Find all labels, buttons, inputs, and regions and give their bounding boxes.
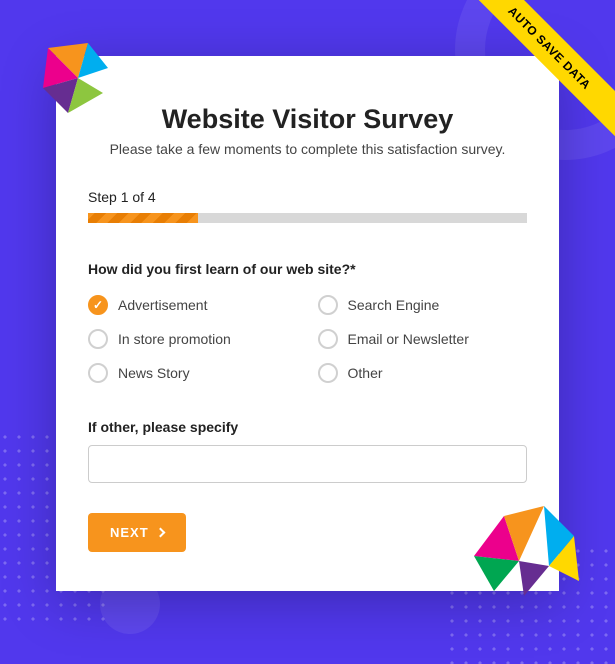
radio-label: Email or Newsletter — [348, 331, 469, 347]
radio-option-search-engine[interactable]: Search Engine — [318, 295, 528, 315]
radio-group: Advertisement Search Engine In store pro… — [88, 295, 527, 383]
next-button[interactable]: NEXT — [88, 513, 186, 552]
next-button-label: NEXT — [110, 525, 149, 540]
radio-label: Advertisement — [118, 297, 207, 313]
radio-icon — [88, 329, 108, 349]
survey-title: Website Visitor Survey — [88, 104, 527, 135]
chevron-right-icon — [155, 528, 165, 538]
survey-card: Website Visitor Survey Please take a few… — [56, 56, 559, 591]
corner-decoration-icon — [38, 38, 118, 128]
radio-icon — [88, 295, 108, 315]
corner-decoration-icon — [454, 486, 584, 596]
other-specify-input[interactable] — [88, 445, 527, 483]
radio-option-in-store[interactable]: In store promotion — [88, 329, 298, 349]
progress-bar — [88, 213, 527, 223]
radio-option-email[interactable]: Email or Newsletter — [318, 329, 528, 349]
radio-icon — [318, 329, 338, 349]
radio-option-news[interactable]: News Story — [88, 363, 298, 383]
radio-icon — [88, 363, 108, 383]
question-text: How did you first learn of our web site?… — [88, 261, 527, 277]
radio-label: In store promotion — [118, 331, 231, 347]
other-specify-label: If other, please specify — [88, 419, 527, 435]
radio-label: Search Engine — [348, 297, 440, 313]
step-indicator: Step 1 of 4 — [88, 189, 527, 205]
radio-label: News Story — [118, 365, 190, 381]
radio-option-advertisement[interactable]: Advertisement — [88, 295, 298, 315]
radio-icon — [318, 363, 338, 383]
radio-option-other[interactable]: Other — [318, 363, 528, 383]
progress-fill — [88, 213, 198, 223]
radio-icon — [318, 295, 338, 315]
radio-label: Other — [348, 365, 383, 381]
survey-subtitle: Please take a few moments to complete th… — [88, 141, 527, 157]
